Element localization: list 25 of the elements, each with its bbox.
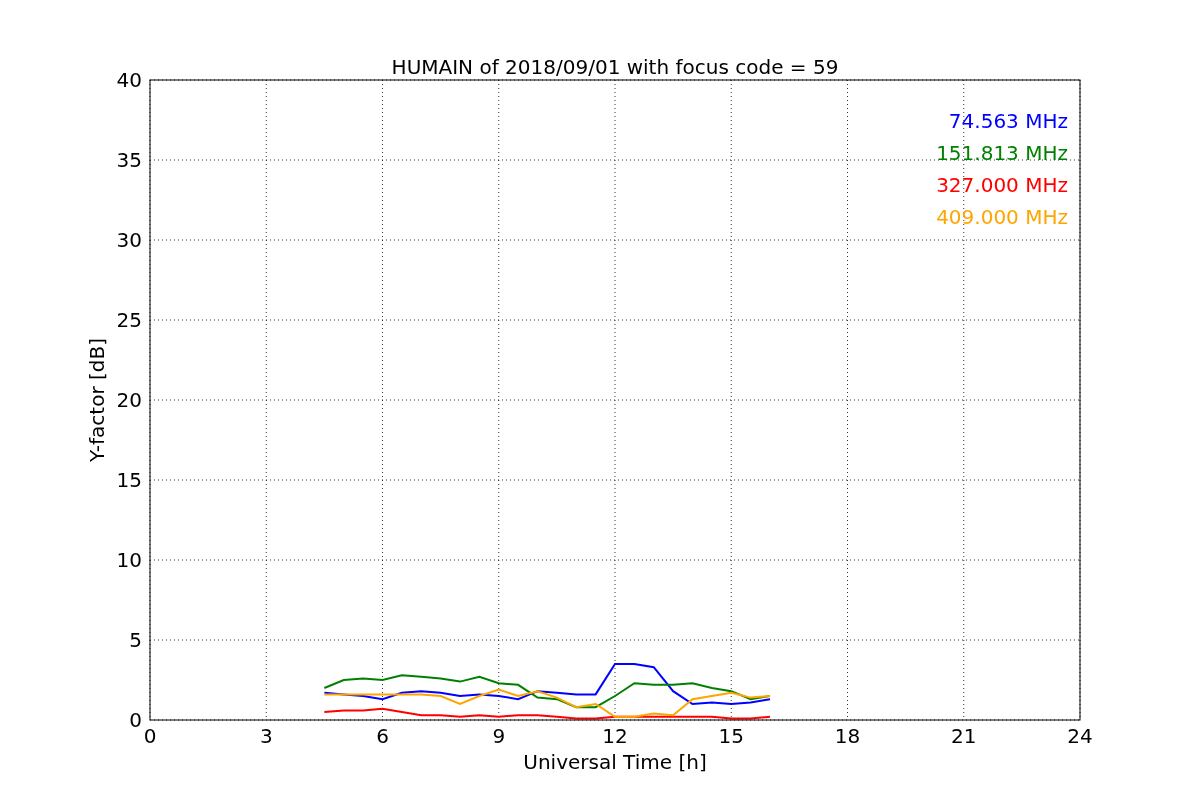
x-tick-label: 21 xyxy=(951,724,977,748)
x-tick-label: 12 xyxy=(602,724,628,748)
legend-label: 327.000 MHz xyxy=(936,173,1068,197)
x-tick-label: 3 xyxy=(259,724,273,748)
y-tick-label: 25 xyxy=(116,308,142,332)
y-tick-label: 30 xyxy=(116,228,142,252)
y-tick-label: 40 xyxy=(116,68,142,92)
y-axis-label: Y-factor [dB] xyxy=(85,338,109,462)
y-tick-label: 15 xyxy=(116,468,142,492)
x-tick-label: 24 xyxy=(1067,724,1093,748)
x-tick-label: 6 xyxy=(376,724,389,748)
x-tick-label: 18 xyxy=(834,724,861,748)
x-tick-label: 9 xyxy=(492,724,506,748)
legend-label: 409.000 MHz xyxy=(936,205,1068,229)
y-tick-label: 5 xyxy=(129,628,142,652)
legend-label: 74.563 MHz xyxy=(948,109,1068,133)
x-tick-label: 15 xyxy=(718,724,744,748)
y-tick-label: 35 xyxy=(116,148,142,172)
legend-label: 151.813 MHz xyxy=(936,141,1068,165)
y-tick-label: 10 xyxy=(116,548,142,572)
x-tick-label: 0 xyxy=(143,724,157,748)
x-axis-label: Universal Time [h] xyxy=(523,750,707,774)
chart-title: HUMAIN of 2018/09/01 with focus code = 59 xyxy=(391,55,839,79)
y-tick-label: 20 xyxy=(116,388,142,412)
y-tick-label: 0 xyxy=(129,708,142,732)
